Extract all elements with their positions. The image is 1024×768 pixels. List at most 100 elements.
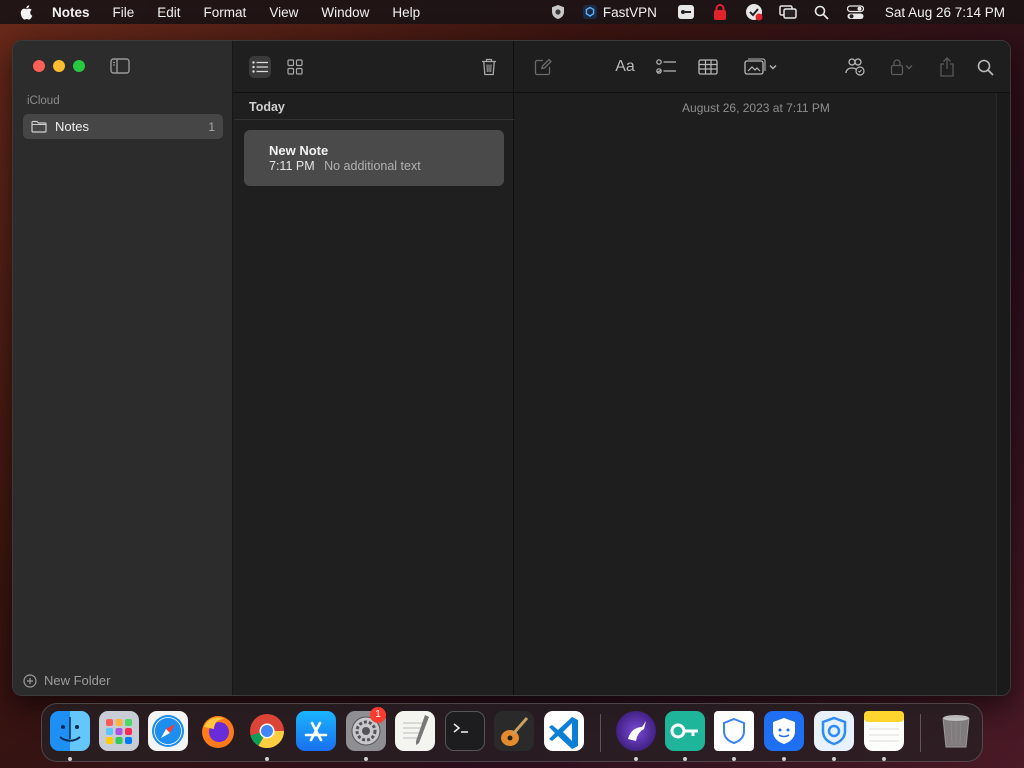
dock-vscode[interactable] — [544, 711, 584, 751]
menu-edit[interactable]: Edit — [157, 5, 180, 20]
dock-running-dot — [832, 757, 836, 761]
compose-button[interactable] — [533, 56, 553, 78]
folder-icon — [31, 120, 47, 133]
dock-key-app[interactable] — [665, 711, 705, 751]
chevron-down-icon — [905, 65, 913, 70]
photo-media-icon — [744, 58, 766, 75]
window-close-button[interactable] — [33, 60, 45, 72]
list-view-button[interactable] — [249, 56, 271, 78]
delete-note-button[interactable] — [478, 56, 500, 78]
sidebar-folder-notes[interactable]: Notes 1 — [23, 114, 223, 139]
launchpad-icon — [106, 719, 132, 744]
dock-running-dot — [634, 757, 638, 761]
dock-system-settings[interactable]: 1 — [346, 707, 386, 751]
guitar-icon — [501, 717, 529, 746]
dock-terminal[interactable] — [445, 711, 485, 751]
dock-unicorn-app[interactable] — [616, 711, 656, 751]
dock-running-dot — [683, 757, 687, 761]
textedit-icon — [403, 715, 429, 745]
media-button[interactable] — [741, 56, 781, 78]
trash-icon — [482, 58, 496, 76]
menu-view[interactable]: View — [269, 5, 298, 20]
menu-window[interactable]: Window — [321, 5, 369, 20]
notes-icon — [864, 711, 904, 742]
app-store-icon — [304, 721, 328, 742]
list-section-today: Today — [249, 100, 285, 114]
note-list-item[interactable]: New Note 7:11 PM No additional text — [244, 130, 504, 186]
share-button[interactable] — [937, 56, 957, 78]
editor-toolbar: Aa — [515, 41, 1010, 93]
unicorn-icon — [628, 721, 646, 741]
lock-red-icon[interactable] — [711, 3, 729, 21]
dock-trash[interactable] — [936, 711, 976, 751]
shield-face-icon — [773, 718, 795, 744]
safari-icon — [152, 715, 184, 747]
menu-help[interactable]: Help — [392, 5, 420, 20]
fastvpn-menu[interactable]: FastVPN — [582, 5, 657, 20]
dock-notes[interactable] — [864, 711, 904, 751]
password-manager-icon[interactable] — [677, 3, 695, 21]
plus-circle-icon — [23, 673, 37, 688]
terminal-icon — [453, 723, 468, 733]
apple-icon[interactable] — [19, 4, 35, 20]
editor-scrollbar[interactable] — [996, 93, 1010, 695]
note-time: 7:11 PM — [269, 159, 315, 173]
note-meta: 7:11 PM No additional text — [269, 159, 421, 173]
collaborate-button[interactable] — [843, 56, 867, 78]
dock-app-store[interactable] — [296, 711, 336, 751]
collaborate-icon — [845, 58, 865, 76]
folders-sidebar: iCloud Notes 1 New Folder — [13, 41, 233, 695]
lock-icon — [890, 59, 904, 76]
spotlight-search-icon[interactable] — [813, 3, 831, 21]
list-view-icon — [252, 61, 268, 73]
menu-clock[interactable]: Sat Aug 26 7:14 PM — [885, 5, 1005, 20]
fastvpn-icon — [582, 5, 597, 19]
dock-running-dot — [782, 757, 786, 761]
dock-running-dot — [364, 757, 368, 761]
gallery-view-button[interactable] — [284, 56, 306, 78]
dock-garageband[interactable] — [494, 711, 534, 751]
dock-chrome[interactable] — [247, 711, 287, 751]
sidebar-section-icloud: iCloud — [27, 95, 60, 107]
control-center-icon[interactable] — [847, 3, 865, 21]
window-minimize-button[interactable] — [53, 60, 65, 72]
note-editor-pane: Aa August 26, 2023 at 7:11 PM — [515, 41, 1010, 695]
checklist-button[interactable] — [655, 56, 677, 78]
table-button[interactable] — [697, 56, 719, 78]
gallery-view-icon — [287, 59, 303, 75]
dock-running-dot — [882, 757, 886, 761]
sidebar-toggle-icon[interactable] — [110, 58, 130, 74]
lock-note-button[interactable] — [885, 56, 919, 78]
format-button[interactable]: Aa — [613, 56, 637, 78]
window-maximize-button[interactable] — [73, 60, 85, 72]
chrome-icon — [250, 714, 284, 748]
dock-running-dot — [732, 757, 736, 761]
note-date: August 26, 2023 at 7:11 PM — [682, 101, 830, 115]
share-icon — [940, 57, 954, 77]
dock-firefox[interactable] — [198, 711, 238, 751]
list-divider — [234, 119, 514, 120]
search-button[interactable] — [975, 56, 995, 78]
note-title: New Note — [269, 143, 329, 158]
dock-privacy-app[interactable] — [764, 711, 804, 751]
dock-safari[interactable] — [148, 711, 188, 751]
dock-textedit[interactable] — [395, 711, 435, 751]
menu-bar: Notes File Edit Format View Window Help … — [0, 0, 1024, 24]
shield-status-icon[interactable] — [549, 3, 567, 21]
list-toolbar — [234, 41, 514, 93]
menu-app-notes[interactable]: Notes — [52, 5, 90, 20]
dock-separator — [920, 714, 921, 752]
dock-running-dot — [265, 757, 269, 761]
dock-finder[interactable] — [50, 711, 90, 751]
dock-blue-shield-app[interactable] — [814, 711, 854, 751]
menu-format[interactable]: Format — [204, 5, 247, 20]
dock-shield-app[interactable] — [714, 711, 754, 751]
dock-launchpad[interactable] — [99, 711, 139, 751]
search-icon — [977, 59, 994, 76]
security-check-icon[interactable] — [745, 3, 763, 21]
finder-icon — [59, 717, 81, 742]
new-folder-button[interactable]: New Folder — [23, 673, 110, 688]
menu-file[interactable]: File — [113, 5, 135, 20]
screen-mirroring-icon[interactable] — [779, 3, 797, 21]
blue-shield-icon — [821, 716, 847, 746]
